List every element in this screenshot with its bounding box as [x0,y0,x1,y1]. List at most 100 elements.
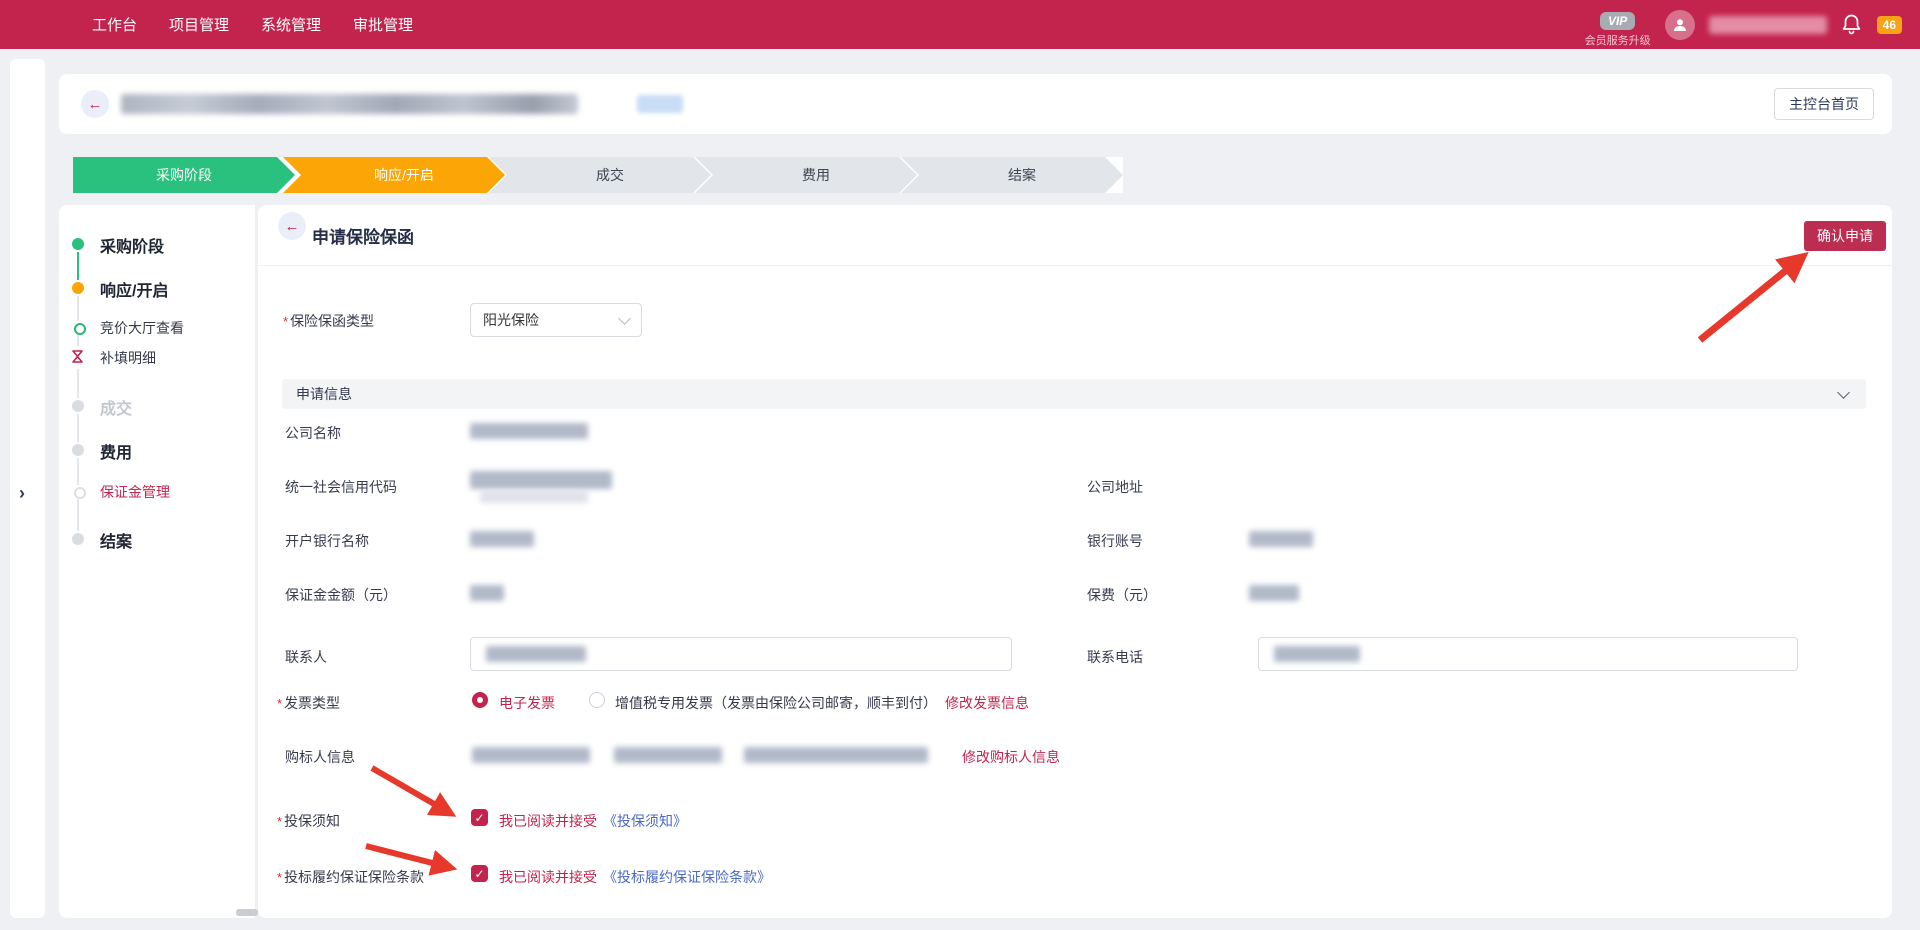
form-header: ← 申请保险保函 确认申请 [258,205,1892,266]
credit-code-redacted [470,471,612,489]
sidebar-item-label: 结案 [100,528,132,552]
edit-buyer-info-link[interactable]: 修改购标人信息 [962,747,1060,767]
company-name-redacted [470,423,588,439]
avatar[interactable] [1665,10,1695,40]
gray-dot-icon [72,400,84,412]
buyer-name-redacted [472,747,590,763]
project-title-redacted [121,94,578,114]
field-label-insurance-type: *保险保函类型 [283,311,374,331]
field-label-performance-clause: *投标履约保证保险条款 [277,867,424,887]
field-label-deposit-amount: 保证金金额（元） [285,585,397,605]
nav-item-project-mgmt[interactable]: 项目管理 [169,14,229,35]
radio-electronic-invoice[interactable] [472,692,488,708]
timeline-connector [77,414,79,442]
field-label-bank-account: 银行账号 [1087,531,1143,551]
stage-sidebar: 采购阶段 响应/开启 竞价大厅查看 补填明细 成交 费用 [59,205,255,918]
edit-invoice-info-link[interactable]: 修改发票信息 [945,693,1029,713]
project-status-badge-redacted [637,95,683,113]
form-back-button[interactable]: ← [278,212,306,240]
buyer-phone-redacted [614,747,722,763]
field-label-contact-phone: 联系电话 [1087,647,1143,667]
radio-vat-invoice[interactable] [589,692,605,708]
notification-bell-icon[interactable] [1841,13,1863,37]
field-label-premium: 保费（元） [1087,585,1157,605]
confirm-apply-button[interactable]: 确认申请 [1804,221,1886,251]
section-apply-info[interactable]: 申请信息 [282,379,1866,409]
expand-panel-chevron-icon[interactable]: › [19,483,25,504]
sidebar-item-label: 采购阶段 [100,233,164,257]
header-back-button[interactable]: ← [81,90,109,118]
timeline-connector [77,499,79,531]
step-fees: 费用 [695,157,927,193]
field-label-buyer-info: 购标人信息 [285,747,355,767]
notification-count-badge: 46 [1877,16,1902,34]
chevron-down-icon [618,312,631,325]
page-header-card: ← 主控台首页 [59,74,1892,134]
vip-upgrade-button[interactable]: VIP 会员服务升级 [1585,12,1651,48]
gray-dot-icon [72,444,84,456]
field-label-contact: 联系人 [285,647,327,667]
step-label: 响应/开启 [374,165,434,185]
checkbox-insurance-notice[interactable]: ✓ [471,809,488,826]
timeline-connector [77,252,79,280]
checkbox-performance-clause[interactable]: ✓ [471,865,488,882]
insurance-type-select[interactable]: 阳光保险 [470,303,642,337]
user-icon [1672,17,1688,33]
select-value: 阳光保险 [483,310,620,330]
step-label: 成交 [596,165,624,185]
green-ring-icon [74,323,86,335]
horizontal-scrollbar-thumb[interactable] [236,909,258,916]
step-closing: 结案 [901,157,1133,193]
green-dot-icon [72,238,84,250]
buyer-id-redacted [744,747,928,763]
performance-clause-link[interactable]: 《投标履约保证保险条款》 [603,867,771,887]
page: 工作台 项目管理 系统管理 审批管理 VIP 会员服务升级 46 [0,0,1920,930]
timeline-connector [77,296,79,321]
timeline-connector [77,369,79,398]
username-redacted [1709,16,1827,34]
checkmark-icon: ✓ [474,867,484,881]
insurance-notice-link[interactable]: 《投保须知》 [603,811,687,831]
field-label-invoice-type: *发票类型 [277,693,340,713]
radio-label-electronic-invoice[interactable]: 电子发票 [499,693,555,713]
label-text: 投标履约保证保险条款 [284,869,424,885]
hourglass-icon [71,349,84,364]
required-mark: * [283,314,288,329]
collapsed-panel: › [10,59,45,918]
step-label: 结案 [1008,165,1036,185]
back-arrow-icon: ← [285,218,300,235]
gray-dot-icon [72,533,84,545]
contact-value-redacted [486,646,586,662]
deposit-amount-redacted [470,585,504,601]
timeline-connector [77,335,79,346]
orange-dot-icon [72,282,84,294]
console-home-button[interactable]: 主控台首页 [1774,88,1874,120]
step-response-open: 响应/开启 [283,157,515,193]
bank-name-redacted [470,531,534,547]
required-mark: * [277,814,282,829]
field-label-company-name: 公司名称 [285,423,341,443]
chevron-down-icon [1837,386,1850,399]
field-label-company-address: 公司地址 [1087,477,1143,497]
credit-code-redacted-2 [480,491,588,503]
sidebar-item-label: 成交 [100,395,132,419]
field-label-insurance-notice: *投保须知 [277,811,340,831]
nav-item-workbench[interactable]: 工作台 [92,14,137,35]
checkmark-icon: ✓ [474,811,484,825]
radio-label-vat-invoice[interactable]: 增值税专用发票（发票由保险公司邮寄，顺丰到付） [615,693,937,713]
section-title: 申请信息 [296,384,1839,404]
step-procurement: 采购阶段 [73,157,295,193]
nav-item-system-mgmt[interactable]: 系统管理 [261,14,321,35]
apply-insurance-card: ← 申请保险保函 确认申请 *保险保函类型 阳光保险 申请信息 公司名称 统一社… [258,205,1892,918]
contact-phone-value-redacted [1274,646,1360,662]
bell-icon [1842,14,1861,35]
step-label: 费用 [802,165,830,185]
agreement-text: 我已阅读并接受 [499,867,597,887]
sidebar-item-label: 费用 [100,439,132,463]
step-deal: 成交 [489,157,721,193]
page-title: 申请保险保函 [312,223,414,248]
label-text: 发票类型 [284,695,340,711]
nav-menu: 工作台 项目管理 系统管理 审批管理 [0,14,413,35]
nav-item-approval-mgmt[interactable]: 审批管理 [353,14,413,35]
label-text: 保险保函类型 [290,313,374,329]
